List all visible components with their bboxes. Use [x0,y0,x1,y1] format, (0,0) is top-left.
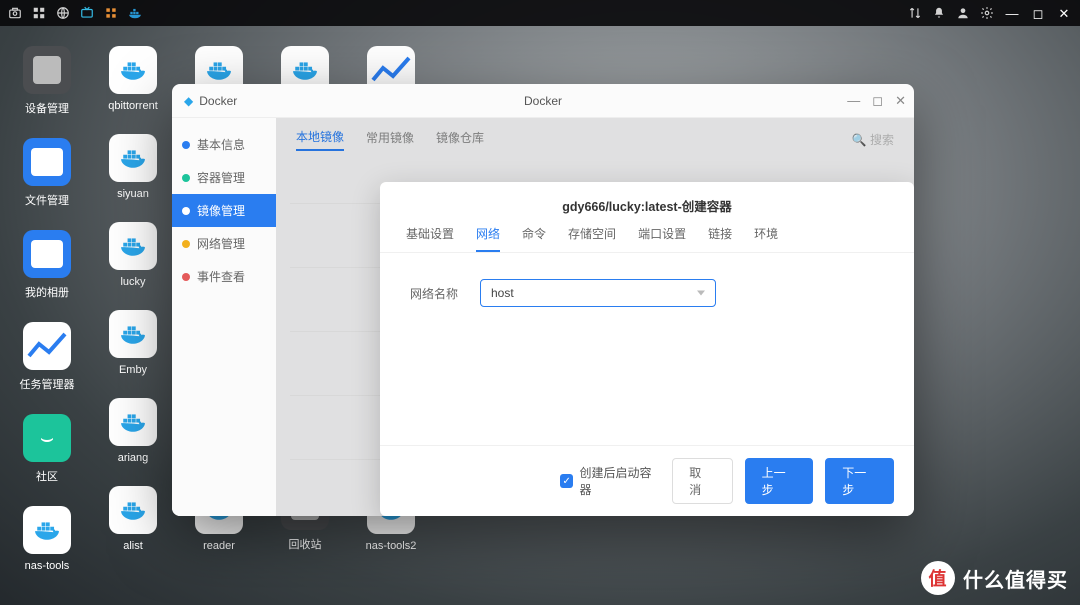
modal-tab-存储空间[interactable]: 存储空间 [568,225,616,252]
grid-icon[interactable] [104,6,118,20]
network-select[interactable]: host [480,279,716,307]
modal-tab-网络[interactable]: 网络 [476,225,500,252]
modal-tab-链接[interactable]: 链接 [708,225,732,252]
sidebar-item-镜像管理[interactable]: 镜像管理 [172,194,276,227]
titlebar: ◆ Docker Docker — ◻ ✕ [172,84,914,118]
apps-icon[interactable] [32,6,46,20]
win-close[interactable]: ✕ [895,93,906,109]
transfer-icon[interactable] [908,6,922,20]
sidebar-item-网络管理[interactable]: 网络管理 [172,227,276,260]
desktop-icon-lucky[interactable]: lucky [98,222,168,288]
desktop-icon-nas-tools[interactable]: nas-tools [12,506,82,572]
window-title-center: Docker [524,94,562,108]
next-button[interactable]: 下一步 [825,458,894,504]
modal-tab-环境[interactable]: 环境 [754,225,778,252]
cancel-button[interactable]: 取 消 [672,458,732,504]
modal-tab-端口设置[interactable]: 端口设置 [638,225,686,252]
camera-icon[interactable] [8,6,22,20]
check-icon: ✓ [560,474,573,488]
window-title: Docker [199,94,237,108]
user-icon[interactable] [956,6,970,20]
watermark-badge: 值 [921,561,955,595]
desktop-icon-任务管理器[interactable]: 任务管理器 [12,322,82,392]
win-minimize[interactable]: — [847,93,860,108]
docker-window: ◆ Docker Docker — ◻ ✕ 基本信息容器管理镜像管理网络管理事件… [172,84,914,516]
desktop-icon-Emby[interactable]: Emby [98,310,168,376]
gear-icon[interactable] [980,6,994,20]
docker-tray-icon[interactable] [128,6,142,20]
globe-icon[interactable] [56,6,70,20]
modal-tabs: 基础设置网络命令存储空间端口设置链接环境 [380,225,914,253]
desktop-icon-ariang[interactable]: ariang [98,398,168,464]
bell-icon[interactable] [932,6,946,20]
create-container-modal: gdy666/lucky:latest-创建容器 基础设置网络命令存储空间端口设… [380,182,914,516]
window-maximize[interactable]: ◻ [1030,7,1046,20]
watermark: 值 什么值得买 [921,561,1068,595]
watermark-text: 什么值得买 [963,564,1068,593]
desktop-icon-社区[interactable]: ⌣社区 [12,414,82,484]
prev-button[interactable]: 上一步 [745,458,814,504]
desktop-icon-alist[interactable]: alist [98,486,168,552]
sidebar-item-容器管理[interactable]: 容器管理 [172,161,276,194]
autostart-checkbox[interactable]: ✓ 创建后启动容器 [560,464,660,498]
sidebar-item-基本信息[interactable]: 基本信息 [172,128,276,161]
window-close[interactable]: ✕ [1056,7,1072,20]
sidebar: 基本信息容器管理镜像管理网络管理事件查看 [172,118,276,516]
modal-tab-命令[interactable]: 命令 [522,225,546,252]
sidebar-item-事件查看[interactable]: 事件查看 [172,260,276,293]
modal-title: gdy666/lucky:latest-创建容器 [380,182,914,225]
desktop-icon-文件管理[interactable]: 文件管理 [12,138,82,208]
desktop-icon-我的相册[interactable]: 我的相册 [12,230,82,300]
window-minimize[interactable]: — [1004,7,1020,20]
desktop-icon-qbittorrent[interactable]: qbittorrent [98,46,168,112]
taskbar: — ◻ ✕ [0,0,1080,26]
modal-tab-基础设置[interactable]: 基础设置 [406,225,454,252]
desktop-icon-设备管理[interactable]: 设备管理 [12,46,82,116]
main-panel: 本地镜像常用镜像镜像仓库🔍 搜索 ↻ 刷新 15.1MB2023-09-22 1… [276,118,914,516]
tv-icon[interactable] [80,6,94,20]
win-maximize[interactable]: ◻ [872,93,883,109]
docker-icon: ◆ [184,94,193,108]
network-name-label: 网络名称 [410,285,462,302]
desktop-icon-siyuan[interactable]: siyuan [98,134,168,200]
